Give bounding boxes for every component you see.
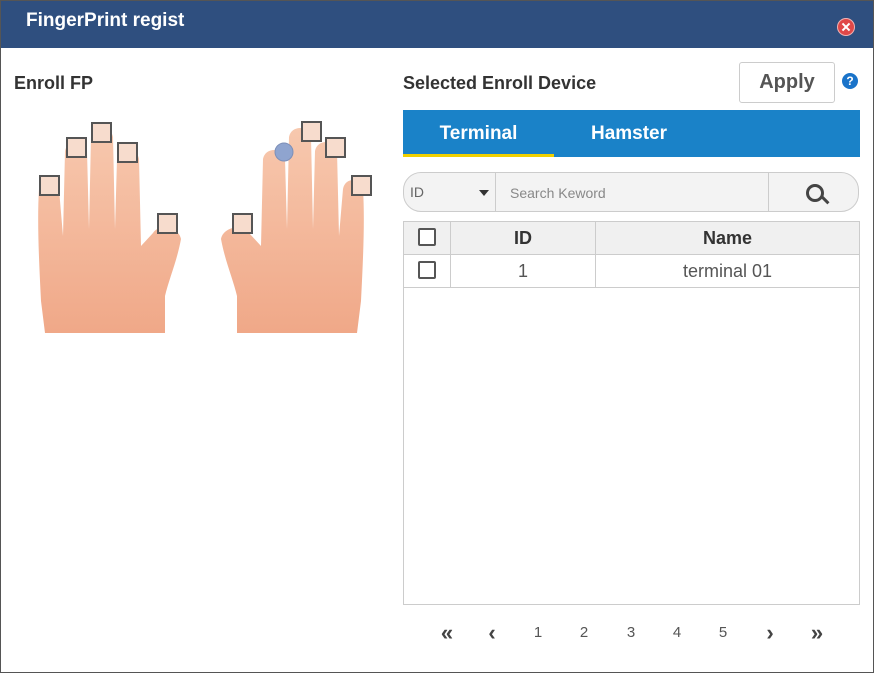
finger-marker-left-index[interactable] [117,142,138,163]
finger-marker-left-ring[interactable] [66,137,87,158]
page-4[interactable]: 4 [665,621,689,645]
search-bar: ID [403,172,859,213]
page-2[interactable]: 2 [572,621,596,645]
finger-marker-left-middle[interactable] [91,122,112,143]
table-row[interactable]: 1 terminal 01 [404,255,859,288]
tab-terminal[interactable]: Terminal [403,110,554,157]
search-button[interactable] [768,173,859,211]
search-field-select[interactable]: ID [404,173,496,211]
header-select-all-cell [404,222,451,254]
enroll-fp-label: Enroll FP [14,73,94,93]
device-table: ID Name 1 terminal 01 [403,221,860,605]
finger-marker-right-index[interactable] [274,142,294,162]
row-name: terminal 01 [682,261,773,281]
search-input[interactable] [498,173,782,213]
tab-hamster[interactable]: Hamster [554,110,704,157]
last-page-button[interactable]: » [805,621,829,645]
row-select-cell [404,255,451,287]
finger-marker-left-thumb[interactable] [157,213,178,234]
pagination: « ‹ 1 2 3 4 5 › » [421,621,861,645]
close-icon[interactable] [837,18,855,36]
finger-marker-right-pinky[interactable] [351,175,372,196]
column-header-name[interactable]: Name [596,222,859,254]
first-page-button[interactable]: « [435,621,459,645]
select-all-checkbox[interactable] [418,228,436,246]
search-field-value: ID [410,184,424,200]
table-header: ID Name [404,222,859,255]
row-id: 1 [451,255,596,287]
finger-marker-right-ring[interactable] [325,137,346,158]
page-5[interactable]: 5 [711,621,735,645]
finger-marker-right-middle[interactable] [301,121,322,142]
finger-marker-right-thumb[interactable] [232,213,253,234]
finger-marker-left-pinky[interactable] [39,175,60,196]
next-page-button[interactable]: › [758,621,782,645]
dialog-title: FingerPrint regist [26,10,185,31]
fingerprint-dialog: FingerPrint regist Enroll FP Selected En… [0,0,874,673]
column-header-id[interactable]: ID [451,222,596,254]
row-checkbox[interactable] [418,261,436,279]
title-bar: FingerPrint regist [1,1,873,48]
chevron-down-icon [479,190,489,196]
search-icon [806,184,824,202]
page-1[interactable]: 1 [526,621,550,645]
search-icon-handle [821,195,830,205]
hands-diagram [38,121,372,333]
selected-device-label: Selected Enroll Device [403,73,597,93]
apply-button[interactable]: Apply [739,62,835,103]
help-icon[interactable]: ? [842,73,858,89]
prev-page-button[interactable]: ‹ [480,621,504,645]
page-3[interactable]: 3 [619,621,643,645]
device-tabs: Terminal Hamster [403,110,860,157]
